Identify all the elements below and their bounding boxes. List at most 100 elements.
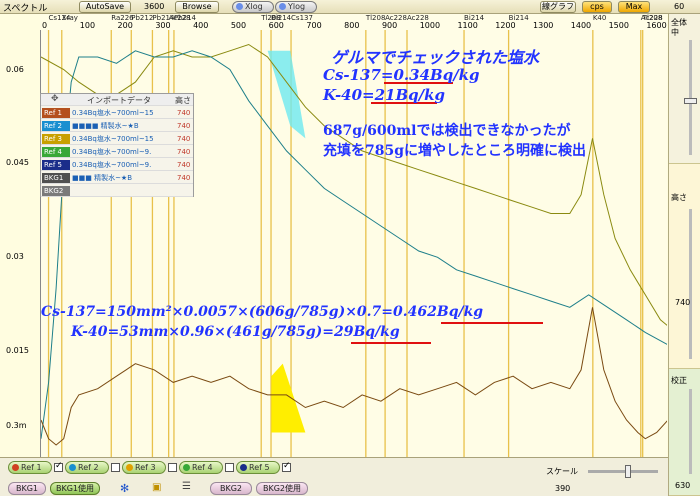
x-tick-label: 600 [268, 21, 284, 30]
ref-color-icon [240, 464, 247, 471]
max-button[interactable]: Max [618, 1, 650, 13]
move-icon[interactable]: ✥ [51, 94, 59, 104]
scale-label: スケール [546, 467, 578, 476]
paw-icon[interactable]: ✻ [120, 482, 129, 495]
browse-button[interactable]: Browse [175, 1, 219, 13]
height-slider-track[interactable] [689, 209, 692, 359]
nuclide-label: K40 [592, 14, 607, 22]
legend-tag: Ref 2 [42, 121, 70, 131]
legend-name: ■■■■ 精製水~★B [72, 122, 139, 130]
legend-height: 740 [177, 135, 191, 143]
radio-icon [279, 3, 286, 10]
y-tick-label: 0.06 [6, 64, 24, 74]
legend-tag: Ref 5 [42, 160, 70, 170]
ref-4-button[interactable]: Ref 4 [179, 461, 223, 474]
cs137-peak-highlight-lower [271, 363, 306, 433]
annotation-line2: Cs-137=0.34Bq/kg [323, 66, 480, 84]
scale-slider-thumb[interactable] [625, 465, 631, 478]
legend-height: 740 [177, 109, 191, 117]
legend-row[interactable]: Ref 1 0.34Bq塩水~700ml~15 740 [41, 107, 193, 119]
bottom-value: 630 [675, 481, 691, 490]
xlog-toggle[interactable]: Xlog [232, 1, 274, 13]
legend-height: 740 [177, 174, 191, 182]
annotation-line6: Cs-137=150mm²×0.0057×(606g/785g)×0.7=0.4… [41, 304, 484, 320]
autosave-button[interactable]: AutoSave [79, 1, 131, 13]
ref-label: Ref 3 [135, 463, 156, 472]
x-tick-label: 300 [155, 21, 171, 30]
cps-button[interactable]: cps [582, 1, 612, 13]
ref-label: Ref 4 [192, 463, 213, 472]
window-title: スペクトル [3, 4, 48, 14]
xlog-label: Xlog [245, 2, 263, 11]
x-tick-label: 1100 [457, 21, 478, 30]
legend-height: 740 [177, 122, 191, 130]
legend-row[interactable]: Ref 5 0.34Bq塩水~700ml~9. 740 [41, 159, 193, 171]
x-tick-label: 1400 [570, 21, 592, 30]
legend-header-name: インポートデータ [87, 96, 151, 105]
bkg2-button[interactable]: BKG2 [210, 482, 252, 495]
y-tick-label: 0.015 [6, 346, 29, 356]
annotation-line3: K-40=21Bq/kg [323, 86, 446, 104]
all-section: 全体 中 [669, 14, 700, 164]
ref-2-checkbox[interactable] [111, 463, 120, 472]
height-label: 高さ [671, 193, 687, 202]
ref-4-checkbox[interactable] [225, 463, 234, 472]
legend-row[interactable]: BKG2 [41, 185, 193, 197]
legend-name: 0.34Bq塩水~700ml~9. [72, 148, 152, 156]
ref-2-button[interactable]: Ref 2 [65, 461, 109, 474]
ref-1-button[interactable]: Ref 1 [8, 461, 52, 474]
nuclide-label: Xray [61, 14, 78, 22]
top-right-value: 60 [674, 2, 685, 11]
legend-name: 0.34Bq塩水~700ml~15 [72, 109, 154, 117]
scale-value: 390 [555, 484, 571, 493]
bkg1-use-button[interactable]: BKG1使用 [50, 482, 100, 495]
calibration-slider-track[interactable] [689, 389, 692, 474]
x-tick-label: 500 [230, 21, 247, 30]
ylog-toggle[interactable]: Ylog [275, 1, 317, 13]
y-tick-label: 0.045 [6, 158, 29, 168]
import-data-legend: ✥ インポートデータ 高さ Ref 1 0.34Bq塩水~700ml~15 740 R… [40, 93, 194, 197]
legend-name: 0.34Bq塩水~700ml~15 [72, 135, 154, 143]
ref-label: Ref 5 [249, 463, 270, 472]
legend-tag: BKG1 [42, 173, 70, 183]
ref-label: Ref 1 [21, 463, 42, 472]
bkg2-use-button[interactable]: BKG2使用 [256, 482, 308, 495]
legend-header-height: 高さ [175, 96, 191, 105]
annotation-line4: 687g/600mlでは検出できなかったが [323, 123, 571, 139]
all-slider-thumb[interactable] [684, 98, 697, 104]
legend-name: 0.34Bq塩水~700ml~9. [72, 161, 152, 169]
x-tick-label: 0 [42, 21, 48, 30]
bkg1-button[interactable]: BKG1 [8, 482, 46, 495]
nuclide-label: Pb212 [131, 14, 154, 22]
legend-tag: Ref 4 [42, 147, 70, 157]
lock-icon[interactable]: ▣ [152, 482, 161, 493]
calibration-label: 校正 [671, 376, 687, 385]
legend-row[interactable]: Ref 3 0.34Bq塩水~700ml~15 740 [41, 133, 193, 145]
annotation-line7: K-40=53mm×0.96×(461g/785g)=29Bq/kg [71, 324, 400, 340]
ref-5-checkbox[interactable] [282, 461, 291, 472]
list-icon[interactable]: ☰ [182, 481, 191, 492]
y-tick-label: 0.3m [6, 421, 27, 431]
x-axis: Cs134 Xray Ra226 Pb212 Pb214 Ac228 Pb214 Tl208 B… [40, 14, 667, 30]
x-tick-label: 700 [306, 21, 322, 30]
height-value: 740 [675, 298, 691, 307]
x-tick-label: 1500 [608, 21, 629, 30]
measurement-time[interactable]: 3600 [144, 1, 164, 13]
legend-row[interactable]: Ref 4 0.34Bq塩水~700ml~9. 740 [41, 146, 193, 158]
legend-row[interactable]: BKG1 ■■■ 精製水~★B 740 [41, 172, 193, 184]
legend-header: ✥ インポートデータ 高さ [41, 94, 193, 106]
ref-3-checkbox[interactable] [168, 463, 177, 472]
legend-row[interactable]: Ref 2 ■■■■ 精製水~★B 740 [41, 120, 193, 132]
ref-3-button[interactable]: Ref 3 [122, 461, 166, 474]
legend-tag: Ref 1 [42, 108, 70, 118]
reference-bar: Ref 1Ref 2Ref 3Ref 4Ref 5 BKG1 BKG1使用 ✻ … [0, 457, 668, 496]
line-graph-button[interactable]: 線グラフ [540, 1, 576, 13]
ref-1-checkbox[interactable] [54, 461, 63, 472]
legend-height: 740 [177, 161, 191, 169]
x-tick-label: 1000 [419, 21, 441, 30]
middle-label: 中 [671, 28, 679, 37]
ylog-label: Ylog [288, 2, 306, 11]
scale-slider-track[interactable] [588, 470, 658, 473]
ref-color-icon [183, 464, 190, 471]
ref-5-button[interactable]: Ref 5 [236, 461, 280, 474]
